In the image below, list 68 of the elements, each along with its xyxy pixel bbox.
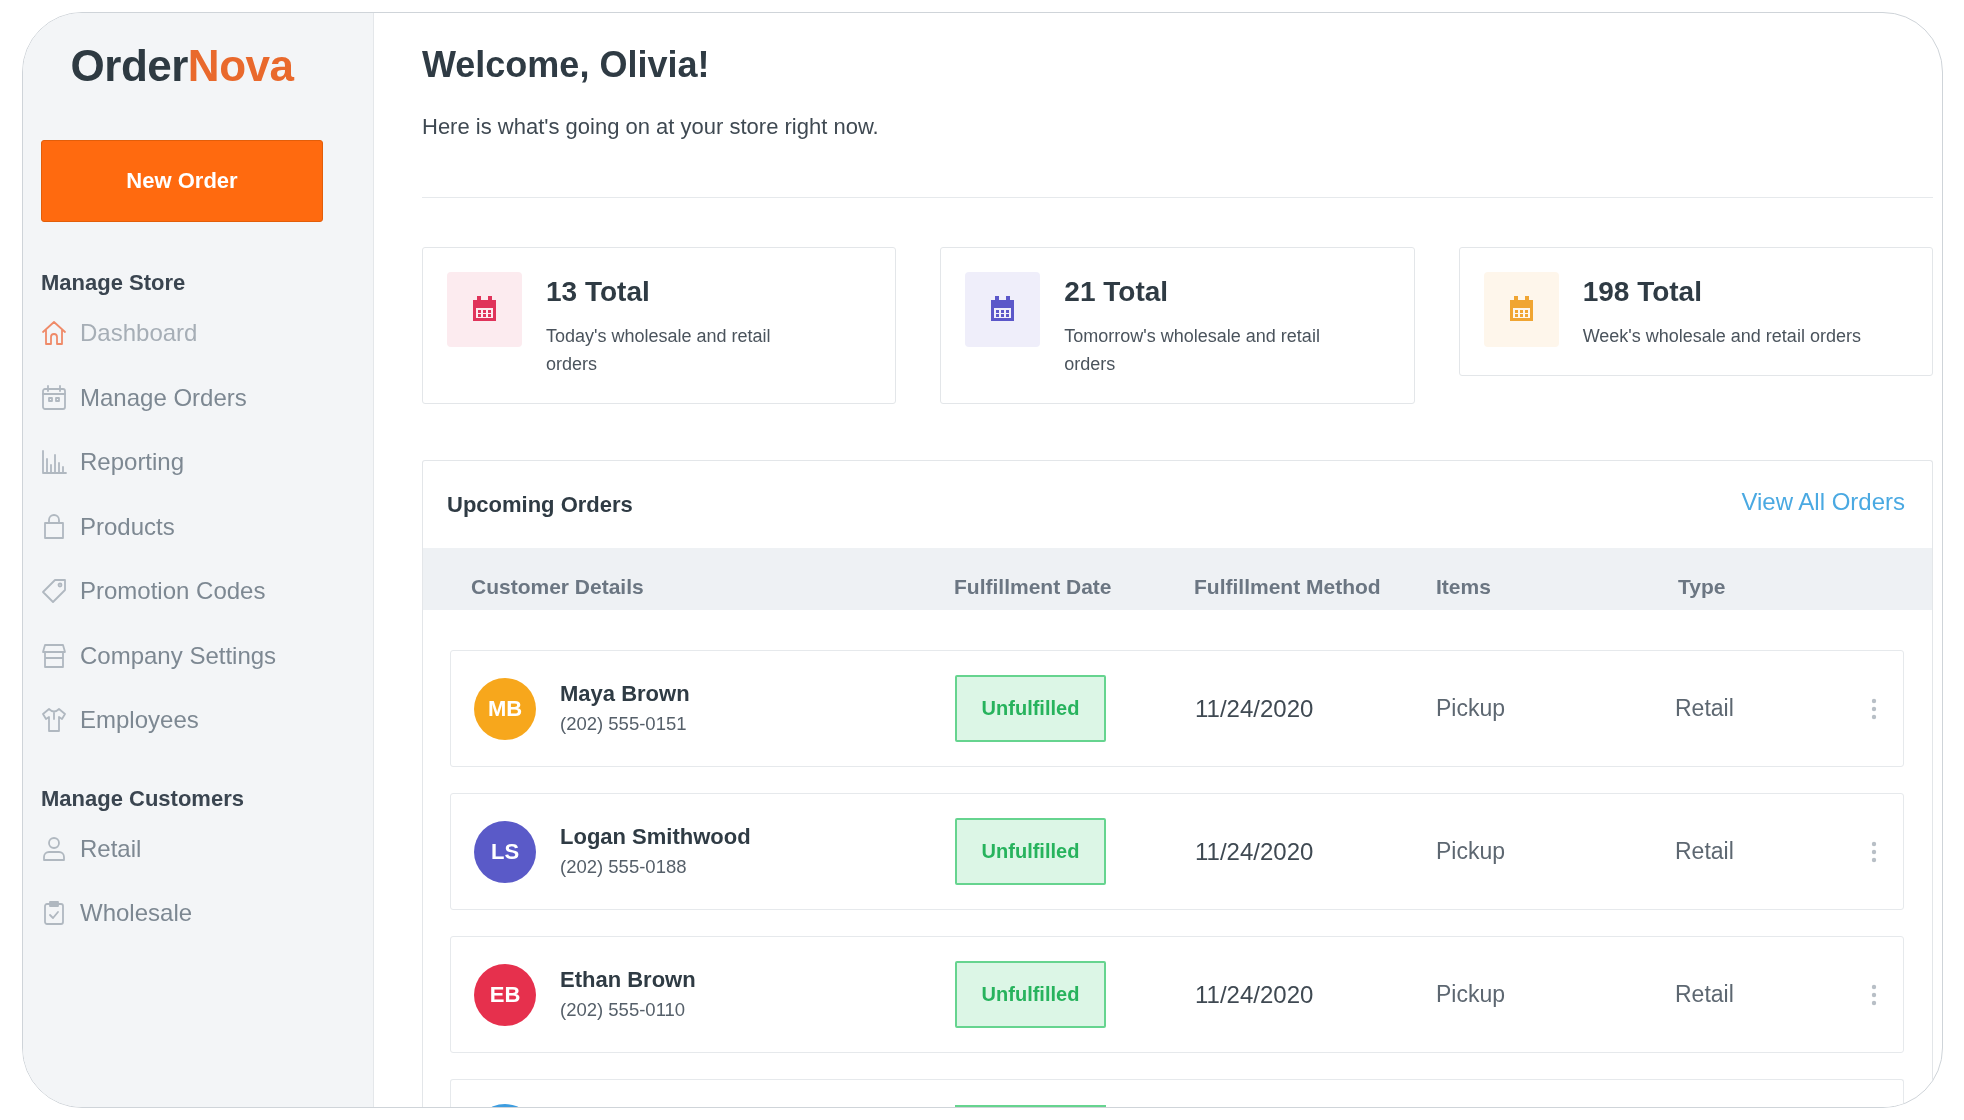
calendar-icon [41, 384, 67, 411]
fulfillment-method: Pickup [1436, 838, 1506, 865]
customer-name: Maya Brown [560, 680, 690, 708]
column-header: Fulfillment Date [954, 574, 1112, 599]
nav-item[interactable]: Products [41, 494, 175, 559]
view-all-orders-link[interactable]: View All Orders [1741, 487, 1905, 516]
avatar: LS [474, 820, 536, 883]
more-options-icon[interactable] [1871, 697, 1877, 720]
section-heading: Manage Customers [41, 784, 244, 813]
fulfillment-method: Pickup [1436, 695, 1506, 722]
order-row[interactable]: MB Maya Brown (202) 555-0151 Unfulfilled 11/24/2020 Pickup Retail [450, 650, 1904, 767]
status-badge: Unfulfilled [955, 818, 1106, 885]
customer-phone: (202) 555-0188 [560, 855, 687, 879]
calendar-icon [1483, 272, 1559, 347]
tag-icon [41, 578, 67, 605]
fulfillment-date: 11/24/2020 [1195, 980, 1314, 1009]
panel-title: Upcoming Orders [447, 491, 633, 518]
fulfillment-date: 11/24/2020 [1195, 837, 1314, 866]
new-order-button[interactable]: New Order [41, 140, 323, 222]
nav-item[interactable]: Reporting [41, 430, 185, 495]
nav-item[interactable]: Promotion Codes [41, 559, 266, 624]
status-badge: Unfulfilled [955, 675, 1106, 742]
nav-item[interactable]: Wholesale [41, 881, 193, 946]
column-header: Fulfillment Method [1194, 574, 1381, 599]
nav-item[interactable]: Manage Orders [41, 365, 247, 430]
welcome-heading: Welcome, Olivia! [422, 43, 710, 87]
nav-item[interactable]: Company Settings [41, 623, 277, 688]
order-row[interactable]: LS Logan Smithwood (202) 555-0188 Unfulfilled 11/24/2020 Pickup Retail [450, 793, 1904, 910]
avatar: EB [474, 963, 536, 1026]
welcome-subtitle: Here is what's going on at your store right now. [422, 113, 879, 141]
order-type: Retail [1675, 838, 1734, 865]
order-row[interactable] [450, 1079, 1904, 1107]
stat-total: 13 Total [546, 275, 650, 309]
customer-phone: (202) 555-0110 [560, 998, 686, 1022]
order-row[interactable]: EB Ethan Brown (202) 555-0110 Unfulfilled 11/24/2020 Pickup Retail [450, 936, 1904, 1053]
section-heading: Manage Store [41, 269, 186, 297]
nav-item[interactable]: Dashboard [41, 301, 198, 366]
stat-total: 198 Total [1582, 275, 1702, 309]
storefront-icon [41, 642, 67, 669]
order-type: Retail [1675, 695, 1734, 722]
calendar-icon [447, 272, 522, 347]
column-header: Items [1436, 574, 1491, 599]
order-type: Retail [1675, 981, 1734, 1008]
fulfillment-method: Pickup [1436, 981, 1506, 1008]
shirt-icon [41, 707, 67, 734]
app-logo: OrderNova [69, 40, 296, 92]
clipboard-check-icon [41, 900, 67, 927]
avatar: MB [474, 677, 536, 740]
stat-description: Tomorrow's wholesale and retail orders [1064, 325, 1321, 376]
stat-description: Today's wholesale and retail orders [546, 325, 772, 376]
column-header: Customer Details [471, 574, 644, 599]
status-badge: Unfulfilled [955, 961, 1106, 1028]
column-header: Type [1678, 574, 1726, 599]
customer-phone: (202) 555-0151 [560, 712, 687, 736]
fulfillment-date: 11/24/2020 [1195, 694, 1314, 723]
person-icon [41, 835, 67, 862]
nav-item[interactable]: Retail [41, 816, 142, 881]
nav-item[interactable]: Employees [41, 688, 199, 753]
shopping-bag-icon [41, 513, 67, 540]
calendar-icon [965, 272, 1041, 347]
customer-name: Logan Smithwood [560, 823, 751, 851]
more-options-icon[interactable] [1871, 983, 1877, 1006]
house-icon [41, 320, 67, 347]
more-options-icon[interactable] [1871, 840, 1877, 863]
bar-chart-icon [41, 449, 67, 476]
customer-name: Ethan Brown [560, 966, 696, 994]
stat-total: 21 Total [1064, 275, 1169, 309]
stat-description: Week's wholesale and retail orders [1582, 325, 1861, 348]
